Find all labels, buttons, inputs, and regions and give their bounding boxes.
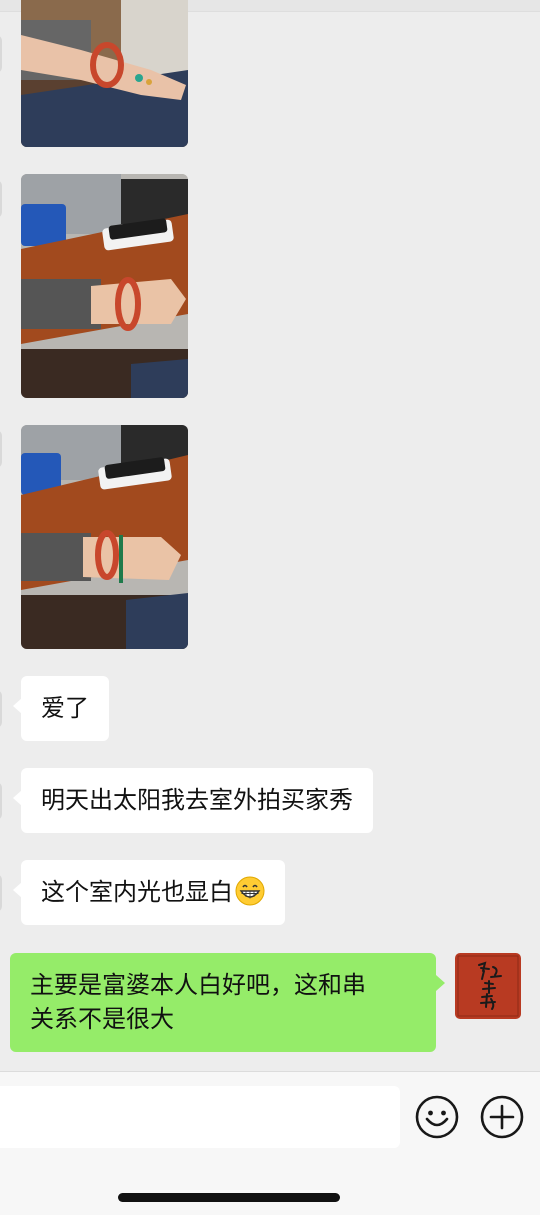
message-text-line-1: 主要是富婆本人白好吧，这和串	[30, 971, 366, 999]
message-bubble-incoming[interactable]: 爱了	[13, 676, 109, 741]
photo-bracelet-3	[21, 425, 188, 649]
contact-avatar[interactable]	[0, 430, 2, 468]
photo-message-3[interactable]	[21, 425, 188, 649]
message-text-line-2: 关系不是很大	[30, 1005, 174, 1033]
emoji-icon[interactable]	[414, 1094, 460, 1140]
contact-avatar[interactable]	[0, 690, 2, 728]
photo-bracelet-1	[21, 0, 188, 147]
my-avatar[interactable]	[455, 953, 521, 1019]
contact-avatar[interactable]	[0, 180, 2, 218]
photo-bracelet-2	[21, 174, 188, 398]
calligraphy-avatar-icon	[455, 953, 521, 1019]
message-text: 明天出太阳我去室外拍买家秀	[41, 786, 353, 814]
photo-message-1[interactable]	[21, 0, 188, 147]
grinning-face-icon	[235, 876, 265, 906]
chat-screen: 爱了 明天出太阳我去室外拍买家秀 这个室内光也显白 主要是富婆本人白好吧，这和串…	[0, 0, 540, 1215]
photo-message-2[interactable]	[21, 174, 188, 398]
home-indicator	[118, 1193, 340, 1202]
plus-icon[interactable]	[479, 1094, 525, 1140]
contact-avatar[interactable]	[0, 35, 2, 73]
message-bubble-incoming[interactable]: 这个室内光也显白	[13, 860, 285, 925]
chat-input-bar	[0, 1071, 540, 1215]
message-text: 爱了	[41, 694, 89, 722]
message-input[interactable]	[0, 1086, 400, 1148]
message-text: 这个室内光也显白	[41, 878, 233, 906]
contact-avatar[interactable]	[0, 782, 2, 820]
contact-avatar[interactable]	[0, 874, 2, 912]
message-bubble-outgoing[interactable]: 主要是富婆本人白好吧，这和串 关系不是很大	[10, 953, 445, 1052]
message-bubble-incoming[interactable]: 明天出太阳我去室外拍买家秀	[13, 768, 373, 833]
